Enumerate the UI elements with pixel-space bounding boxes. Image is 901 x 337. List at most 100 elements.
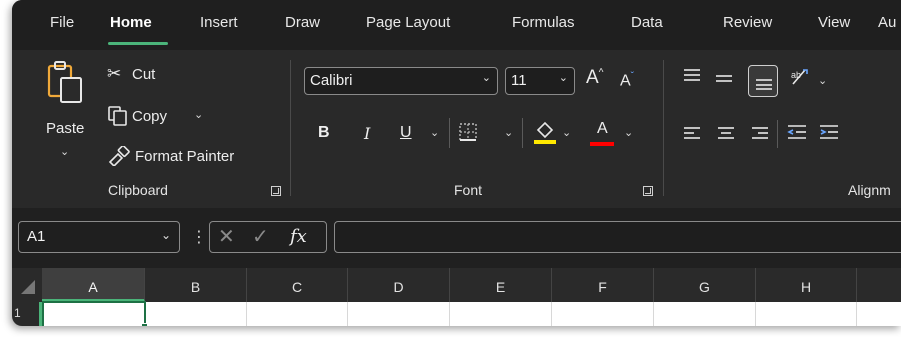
bold-button[interactable]: B [318,124,330,142]
paste-icon[interactable] [46,60,86,104]
tab-insert[interactable]: Insert [200,14,238,31]
select-all-button[interactable] [12,268,42,302]
font-color-button[interactable]: A [597,120,608,138]
cell-d1[interactable] [348,302,450,326]
excel-window: File Home Insert Draw Page Layout Formul… [12,0,901,326]
more-options-icon[interactable]: ⋮ [191,227,207,247]
font-group-label: Font [454,182,483,198]
cell-c1[interactable] [247,302,348,326]
orientation-dropdown-icon[interactable]: ⌄ [818,74,827,87]
cell-g1[interactable] [654,302,756,326]
tab-home[interactable]: Home [110,14,152,31]
align-right-icon[interactable] [750,126,770,142]
copy-button[interactable]: Copy [132,108,167,125]
paste-dropdown-icon[interactable]: ⌄ [60,145,69,158]
cell-e1[interactable] [450,302,552,326]
cell-f1[interactable] [552,302,654,326]
tab-data[interactable]: Data [631,14,663,31]
align-left-icon[interactable] [682,126,702,142]
font-name-select[interactable]: Calibri ⌄ [304,67,498,95]
increase-indent-icon[interactable] [818,124,840,142]
grow-font-button[interactable]: A^ [586,67,603,89]
worksheet-grid: A B C D E F G H 1 [12,268,901,326]
shrink-font-button[interactable]: Aˇ [620,71,634,90]
active-tab-indicator [108,42,168,45]
formula-input[interactable] [334,221,901,253]
fill-handle[interactable] [141,323,148,326]
enter-icon[interactable]: ✓ [252,224,269,249]
column-header-f[interactable]: F [552,268,654,302]
divider [522,118,523,148]
svg-text:ab: ab [791,70,801,80]
tab-formulas[interactable]: Formulas [512,14,575,31]
column-header-c[interactable]: C [247,268,348,302]
name-box-value: A1 [27,228,46,245]
format-painter-button[interactable]: Format Painter [135,148,234,165]
copy-dropdown-icon[interactable]: ⌄ [194,108,203,121]
cut-icon[interactable]: ✂ [107,64,121,84]
grow-font-label: A [586,67,599,88]
font-size-value: 11 [511,72,527,89]
group-separator [290,60,291,196]
column-header-e[interactable]: E [450,268,552,302]
clipboard-group-label: Clipboard [108,182,168,198]
underline-button[interactable]: U [400,124,412,142]
column-headers: A B C D E F G H [12,268,901,302]
ribbon-tabs: File Home Insert Draw Page Layout Formul… [12,0,901,50]
column-header-g[interactable]: G [654,268,756,302]
font-color-swatch [590,142,614,146]
divider [449,118,450,148]
top-align-icon[interactable] [682,68,702,84]
cancel-icon[interactable]: ✕ [218,224,235,249]
tab-file[interactable]: File [50,14,74,31]
fill-color-icon[interactable] [533,120,557,146]
tab-page-layout[interactable]: Page Layout [366,14,450,31]
alignment-group-label: Alignm [848,182,891,198]
row-header-1[interactable]: 1 [12,302,42,326]
name-box[interactable]: A1 ⌄ [18,221,180,253]
cell-b1[interactable] [145,302,247,326]
divider [777,120,778,148]
bottom-align-button[interactable] [748,65,778,97]
column-header-a[interactable]: A [42,268,145,302]
font-size-select[interactable]: 11 ⌄ [505,67,575,95]
font-dialog-launcher[interactable] [643,186,653,196]
cut-button[interactable]: Cut [132,66,155,83]
orientation-icon[interactable]: ab [789,66,815,88]
decrease-indent-icon[interactable] [786,124,808,142]
underline-dropdown-icon[interactable]: ⌄ [430,126,439,139]
copy-icon[interactable] [108,106,128,126]
font-name-value: Calibri [310,72,353,89]
column-header-partial[interactable] [857,268,901,302]
bottom-align-icon [756,79,772,90]
fill-color-swatch [534,140,556,144]
active-cell-outline [42,301,146,326]
cell-h1[interactable] [756,302,857,326]
select-all-icon [21,280,35,294]
formula-bar-row: A1 ⌄ ⋮ ✕ ✓ fx [12,208,901,268]
formula-buttons: ✕ ✓ fx [209,221,327,253]
insert-function-button[interactable]: fx [290,226,307,247]
middle-align-icon[interactable] [714,72,734,88]
clipboard-dialog-launcher[interactable] [271,186,281,196]
column-header-d[interactable]: D [348,268,450,302]
italic-button[interactable]: I [364,124,370,143]
borders-dropdown-icon[interactable]: ⌄ [504,126,513,139]
shrink-font-label: A [620,72,631,90]
group-separator [663,60,664,196]
ribbon: Paste ⌄ ✂ Cut Copy ⌄ Format Painter Clip… [12,50,901,208]
paste-button[interactable]: Paste [46,120,84,137]
column-header-b[interactable]: B [145,268,247,302]
chevron-down-icon: ⌄ [481,72,491,84]
tab-review[interactable]: Review [723,14,772,31]
borders-icon[interactable] [458,122,478,142]
tab-view[interactable]: View [818,14,850,31]
align-center-icon[interactable] [716,126,736,142]
column-header-h[interactable]: H [756,268,857,302]
chevron-down-icon: ⌄ [558,72,568,84]
tab-automate[interactable]: Au [878,14,896,31]
font-color-dropdown-icon[interactable]: ⌄ [624,126,633,139]
fill-color-dropdown-icon[interactable]: ⌄ [562,126,571,139]
tab-draw[interactable]: Draw [285,14,320,31]
format-painter-icon[interactable] [108,146,130,166]
